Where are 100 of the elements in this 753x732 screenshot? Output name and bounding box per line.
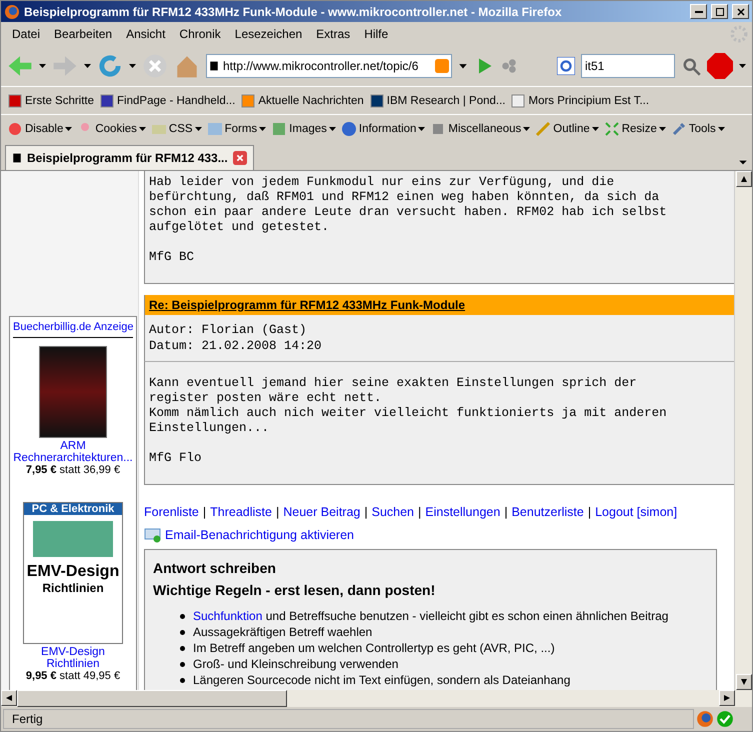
separator: | (276, 505, 280, 519)
scroll-thumb[interactable] (17, 690, 287, 707)
close-icon[interactable] (232, 151, 247, 165)
ad-title-link[interactable]: Buecherbillig.de Anzeige (13, 321, 133, 338)
caret-icon[interactable] (138, 126, 146, 130)
toolbar-menu[interactable]: Disable (7, 120, 72, 136)
scroll-up-button[interactable] (736, 171, 752, 187)
check-icon (716, 710, 734, 728)
separator: | (418, 505, 422, 519)
reply-heading: Antwort schreiben (153, 560, 277, 576)
caret-icon[interactable] (39, 64, 46, 68)
info-icon (340, 120, 357, 136)
toolbar-menu[interactable]: Information (340, 120, 426, 136)
caret-icon[interactable] (658, 126, 666, 130)
bookmark-item[interactable]: IBM Research | Pond... (368, 92, 506, 108)
caret-icon[interactable] (65, 126, 72, 130)
status-text: Fertig (3, 709, 694, 729)
book-cover[interactable] (39, 346, 107, 438)
separator: | (202, 505, 206, 519)
forum-link[interactable]: Benutzerliste (512, 505, 584, 519)
toolbar-menu[interactable]: Miscellaneous (430, 120, 530, 136)
bullet-icon (180, 630, 185, 634)
close-button[interactable] (732, 4, 749, 19)
bookmark-item[interactable]: Erste Schritte (7, 92, 94, 108)
forum-link[interactable]: Einstellungen (425, 505, 500, 519)
menu-item[interactable]: Ansicht (119, 27, 172, 41)
book-link[interactable]: EMV-Design Richtlinien (13, 646, 133, 670)
toolbar-menu[interactable]: Resize (604, 120, 666, 136)
bookmark-item[interactable]: Mors Principium Est T... (510, 92, 650, 108)
page-icon (510, 92, 526, 108)
arrows-icon (604, 120, 620, 136)
scroll-down-button[interactable] (736, 674, 752, 690)
forum-link[interactable]: Forenliste (144, 505, 199, 519)
toolbar-menu[interactable]: CSS (150, 120, 202, 136)
caret-icon[interactable] (84, 64, 91, 68)
caret-icon[interactable] (523, 126, 530, 130)
horizontal-scrollbar[interactable] (1, 690, 752, 707)
browser-tab[interactable]: Beispielprogramm für RFM12 433... (5, 145, 254, 170)
bullet-icon (180, 614, 185, 618)
search-field[interactable]: it51 (581, 54, 675, 78)
menu-item[interactable]: Lesezeichen (228, 27, 310, 41)
search-icon[interactable] (681, 56, 701, 76)
email-notification-link[interactable]: Email-Benachrichtigung aktivieren (165, 528, 354, 542)
forum-link[interactable]: Neuer Beitrag (283, 505, 360, 519)
pencil-icon (535, 120, 552, 136)
right-arrow-icon (724, 695, 730, 701)
bullet-icon (180, 662, 185, 666)
search-engine-icon[interactable] (557, 57, 575, 75)
caret-icon[interactable] (328, 126, 336, 130)
forum-link[interactable]: Logout [simon] (595, 505, 678, 519)
rule-item: Groß- und Kleinschreibung verwenden (193, 656, 398, 672)
caret-icon[interactable] (129, 64, 136, 68)
rule-item: Längeren Sourcecode nicht im Text einfügen, sondern als Dateianhang (193, 672, 570, 688)
left-arrow-icon (6, 695, 12, 701)
caret-icon[interactable] (418, 126, 426, 130)
caret-icon[interactable] (259, 126, 266, 130)
caret-icon[interactable] (592, 126, 599, 130)
book-cover[interactable]: PC & Elektronik EMV-Design Richtlinien (23, 502, 123, 644)
caret-icon[interactable] (739, 64, 746, 68)
rule-item: Suchfunktion und Betreffsuche benutzen - vielleicht gibt es schon einen ähnlichen Beitrag (193, 608, 668, 624)
forum-link[interactable]: Suchen (372, 505, 414, 519)
post-body: Hab leider von jedem Funkmodul nur eins zur Verfügung, und die befürchtung, daß RFM01 und RFM12 einen weg haben könnten, da sich da schon ein paar andere Leute dran versucht haben. RFM02 hab ich selbst aufgelötet und getestet. MfG BC (144, 171, 734, 284)
throbber-icon (730, 25, 748, 43)
menu-item[interactable]: Extras (309, 27, 358, 41)
forum-link[interactable]: Threadliste (210, 505, 272, 519)
bookmark-item[interactable]: Aktuelle Nachrichten (240, 92, 364, 108)
minimize-button[interactable] (690, 4, 707, 19)
menu-item[interactable]: Chronik (172, 27, 228, 41)
toolbar-menu[interactable]: Outline (535, 120, 599, 136)
firefox-icon (4, 4, 20, 20)
post-subject-link[interactable]: Re: Beispielprogramm für RFM12 433MHz Funk-Module (149, 298, 466, 312)
book-price: 9,95 € statt 49,95 € (26, 670, 120, 682)
vertical-scrollbar[interactable] (734, 171, 752, 690)
toolbar-menu[interactable]: Images (271, 120, 336, 136)
stop-sign-icon[interactable] (707, 53, 733, 79)
separator: | (588, 505, 592, 519)
toolbar-menu[interactable]: Cookies (77, 120, 146, 136)
bookmark-item[interactable]: FindPage - Handheld... (99, 92, 236, 108)
menu-item[interactable]: Datei (5, 27, 48, 41)
caret-icon[interactable] (718, 126, 725, 130)
caret-icon[interactable] (194, 126, 202, 130)
separator: | (504, 505, 508, 519)
search-function-link[interactable]: Suchfunktion (193, 609, 262, 623)
maximize-icon (716, 8, 724, 16)
url-field[interactable]: http://www.mikrocontroller.net/topic/6 (206, 54, 452, 78)
rule-item: Im Betreff angeben um welchen Controllertyp es geht (AVR, PIC, ...) (193, 640, 555, 656)
book-link[interactable]: ARM Rechnerarchitekturen... (13, 440, 133, 464)
scroll-right-button[interactable] (719, 690, 735, 706)
network-icon (500, 57, 518, 75)
envelope-icon (144, 527, 162, 543)
scroll-left-button[interactable] (1, 690, 17, 706)
menu-item[interactable]: Hilfe (357, 27, 396, 41)
cover-title: PC & Elektronik (24, 503, 122, 515)
maximize-button[interactable] (711, 4, 728, 19)
toolbar-menu[interactable]: Tools (670, 120, 725, 136)
separator: | (364, 505, 368, 519)
caret-icon[interactable] (458, 61, 468, 71)
toolbar-menu[interactable]: Forms (206, 120, 266, 136)
bullet-icon (180, 646, 185, 650)
menu-item[interactable]: Bearbeiten (47, 27, 120, 41)
